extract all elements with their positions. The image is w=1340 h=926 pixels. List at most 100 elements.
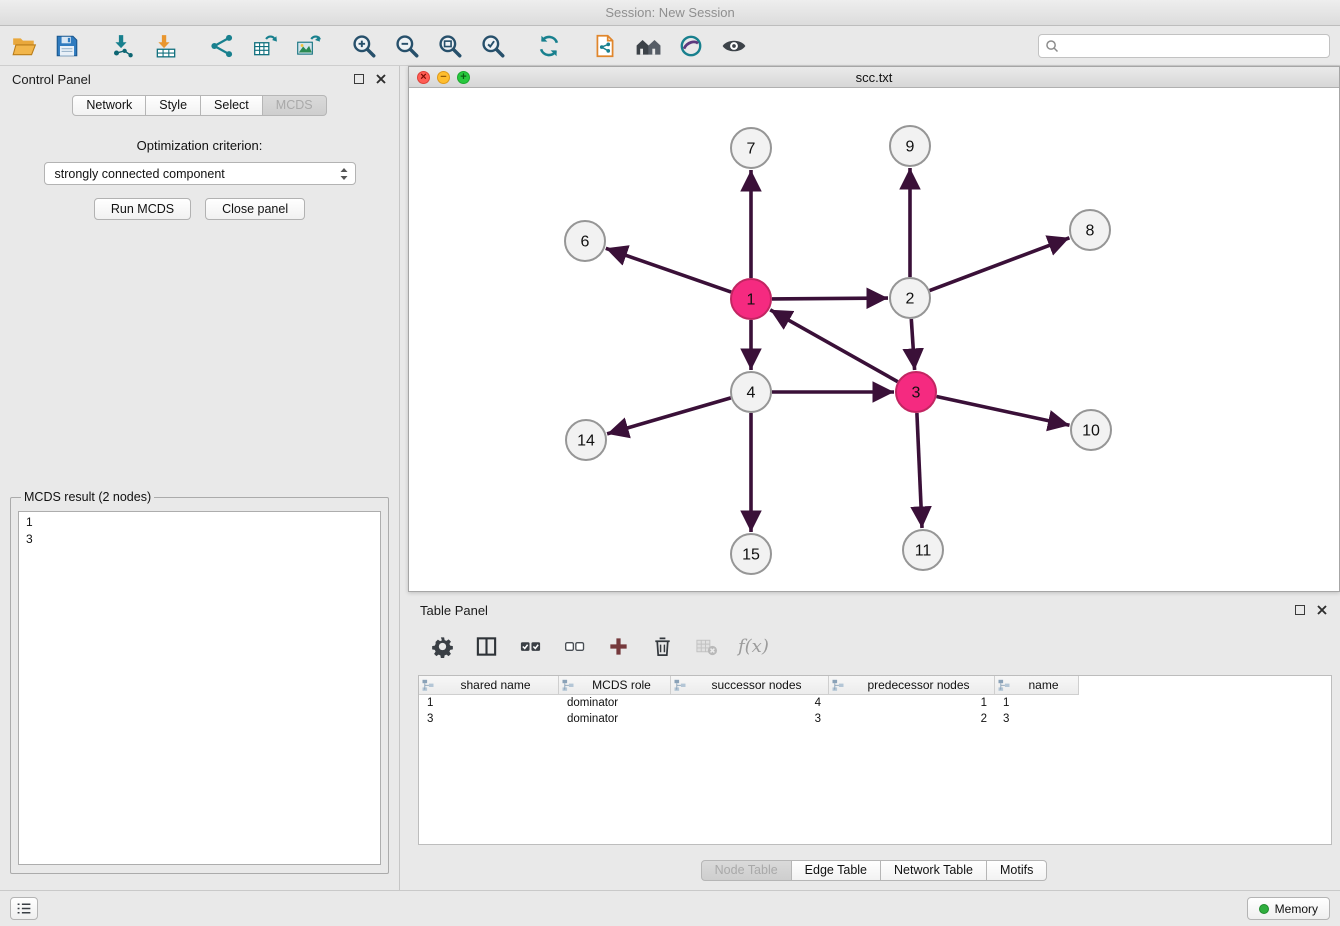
table-export-icon[interactable] bbox=[251, 32, 279, 60]
tab-select[interactable]: Select bbox=[201, 95, 263, 116]
tab-style[interactable]: Style bbox=[146, 95, 201, 116]
graph-edge-4-14[interactable] bbox=[607, 398, 731, 434]
split-panel-icon[interactable] bbox=[472, 633, 500, 661]
graph-node-label: 4 bbox=[747, 385, 756, 402]
graph-edge-2-8[interactable] bbox=[930, 238, 1070, 291]
graph-node-15[interactable]: 15 bbox=[731, 534, 771, 574]
toolbar-group bbox=[109, 32, 180, 60]
graph-node-1[interactable]: 1 bbox=[731, 279, 771, 319]
tab-mcds[interactable]: MCDS bbox=[263, 95, 327, 116]
graph-edge-3-1[interactable] bbox=[770, 310, 898, 382]
network-window-titlebar[interactable]: × − + scc.txt bbox=[409, 67, 1339, 88]
deselect-all-icon[interactable] bbox=[560, 633, 588, 661]
gear-icon[interactable] bbox=[428, 633, 456, 661]
eye-icon[interactable] bbox=[720, 32, 748, 60]
graph-node-9[interactable]: 9 bbox=[890, 126, 930, 166]
column-header-predecessor-nodes[interactable]: predecessor nodes bbox=[829, 676, 995, 695]
close-panel-button[interactable]: Close panel bbox=[205, 198, 305, 220]
graph-node-label: 1 bbox=[747, 292, 756, 309]
toolbar-group bbox=[208, 32, 322, 60]
optimization-dropdown[interactable]: strongly connected component bbox=[44, 162, 356, 185]
graph-node-10[interactable]: 10 bbox=[1071, 410, 1111, 450]
control-panel: Control Panel NetworkStyleSelectMCDS Opt… bbox=[0, 66, 400, 890]
table-cell[interactable]: 2 bbox=[829, 711, 995, 727]
graph-edge-1-2[interactable] bbox=[772, 298, 888, 299]
document-network-icon[interactable] bbox=[591, 32, 619, 60]
control-panel-header: Control Panel bbox=[0, 66, 399, 92]
function-builder-label[interactable]: f(x) bbox=[738, 636, 769, 657]
table-cell[interactable]: 1 bbox=[829, 695, 995, 711]
table-tab-edge-table[interactable]: Edge Table bbox=[792, 860, 881, 881]
zoom-fit-icon[interactable] bbox=[436, 32, 464, 60]
search-box[interactable] bbox=[1038, 34, 1330, 58]
graph-node-14[interactable]: 14 bbox=[566, 420, 606, 460]
search-input[interactable] bbox=[1063, 39, 1323, 53]
toolbar-group bbox=[591, 32, 748, 60]
table-tab-motifs[interactable]: Motifs bbox=[987, 860, 1047, 881]
close-table-panel-icon[interactable] bbox=[1316, 604, 1328, 616]
delete-table-icon[interactable] bbox=[692, 633, 720, 661]
mcds-result-title: MCDS result (2 nodes) bbox=[21, 490, 154, 504]
titlebar[interactable]: Session: New Session bbox=[0, 0, 1340, 26]
table-tab-node-table[interactable]: Node Table bbox=[701, 860, 792, 881]
network-share-icon[interactable] bbox=[208, 32, 236, 60]
graph-edge-1-6[interactable] bbox=[606, 248, 731, 292]
graph-edge-3-11[interactable] bbox=[917, 413, 922, 528]
memory-button[interactable]: Memory bbox=[1247, 897, 1330, 920]
minimize-window-icon[interactable]: − bbox=[437, 71, 450, 84]
import-network-icon[interactable] bbox=[109, 32, 137, 60]
table-cell[interactable]: 3 bbox=[995, 711, 1079, 727]
graph-node-11[interactable]: 11 bbox=[903, 530, 943, 570]
graph-node-8[interactable]: 8 bbox=[1070, 210, 1110, 250]
style-icon[interactable] bbox=[677, 32, 705, 60]
column-header-mcds-role[interactable]: MCDS role bbox=[559, 676, 671, 695]
graph-edge-3-10[interactable] bbox=[937, 397, 1070, 426]
zoom-out-icon[interactable] bbox=[393, 32, 421, 60]
save-session-icon[interactable] bbox=[53, 32, 81, 60]
mcds-result-list[interactable]: 13 bbox=[18, 511, 381, 865]
column-type-icon bbox=[832, 679, 844, 691]
import-table-icon[interactable] bbox=[152, 32, 180, 60]
close-window-icon[interactable]: × bbox=[417, 71, 430, 84]
maximize-window-icon[interactable]: + bbox=[457, 71, 470, 84]
table-panel: Table Panel f(x) shared nameMCDS rolesuc… bbox=[408, 597, 1340, 890]
graph-edge-2-3[interactable] bbox=[911, 319, 914, 370]
table-cell[interactable]: 4 bbox=[671, 695, 829, 711]
graph-node-7[interactable]: 7 bbox=[731, 128, 771, 168]
table-cell[interactable]: 1 bbox=[995, 695, 1079, 711]
open-file-icon[interactable] bbox=[10, 32, 38, 60]
network-canvas[interactable]: 7 9 6 8 1 2 4 3 14 10 15 11 bbox=[409, 88, 1339, 591]
refresh-icon[interactable] bbox=[535, 32, 563, 60]
select-all-icon[interactable] bbox=[516, 633, 544, 661]
float-panel-icon[interactable] bbox=[354, 74, 364, 84]
float-table-panel-icon[interactable] bbox=[1295, 605, 1305, 615]
task-history-button[interactable] bbox=[10, 897, 38, 920]
graph-node-6[interactable]: 6 bbox=[565, 221, 605, 261]
table-row[interactable]: 3dominator323 bbox=[419, 711, 1331, 727]
graph-node-4[interactable]: 4 bbox=[731, 372, 771, 412]
column-header-shared-name[interactable]: shared name bbox=[419, 676, 559, 695]
table-cell[interactable]: 3 bbox=[671, 711, 829, 727]
run-mcds-button[interactable]: Run MCDS bbox=[94, 198, 191, 220]
graph-node-2[interactable]: 2 bbox=[890, 278, 930, 318]
node-table: shared nameMCDS rolesuccessor nodesprede… bbox=[418, 675, 1332, 845]
home-icon[interactable] bbox=[634, 32, 662, 60]
add-column-icon[interactable] bbox=[604, 633, 632, 661]
zoom-selected-icon[interactable] bbox=[479, 32, 507, 60]
graph-node-3[interactable]: 3 bbox=[896, 372, 936, 412]
image-export-icon[interactable] bbox=[294, 32, 322, 60]
table-cell[interactable]: 3 bbox=[419, 711, 559, 727]
search-icon bbox=[1045, 39, 1059, 53]
close-panel-icon[interactable] bbox=[375, 73, 387, 85]
column-header-successor-nodes[interactable]: successor nodes bbox=[671, 676, 829, 695]
table-cell[interactable]: dominator bbox=[559, 695, 671, 711]
table-cell[interactable]: dominator bbox=[559, 711, 671, 727]
tab-network[interactable]: Network bbox=[72, 95, 146, 116]
trash-icon[interactable] bbox=[648, 633, 676, 661]
zoom-in-icon[interactable] bbox=[350, 32, 378, 60]
table-tab-network-table[interactable]: Network Table bbox=[881, 860, 987, 881]
table-row[interactable]: 1dominator411 bbox=[419, 695, 1331, 711]
table-cell[interactable]: 1 bbox=[419, 695, 559, 711]
column-header-name[interactable]: name bbox=[995, 676, 1079, 695]
control-panel-title: Control Panel bbox=[12, 72, 91, 87]
